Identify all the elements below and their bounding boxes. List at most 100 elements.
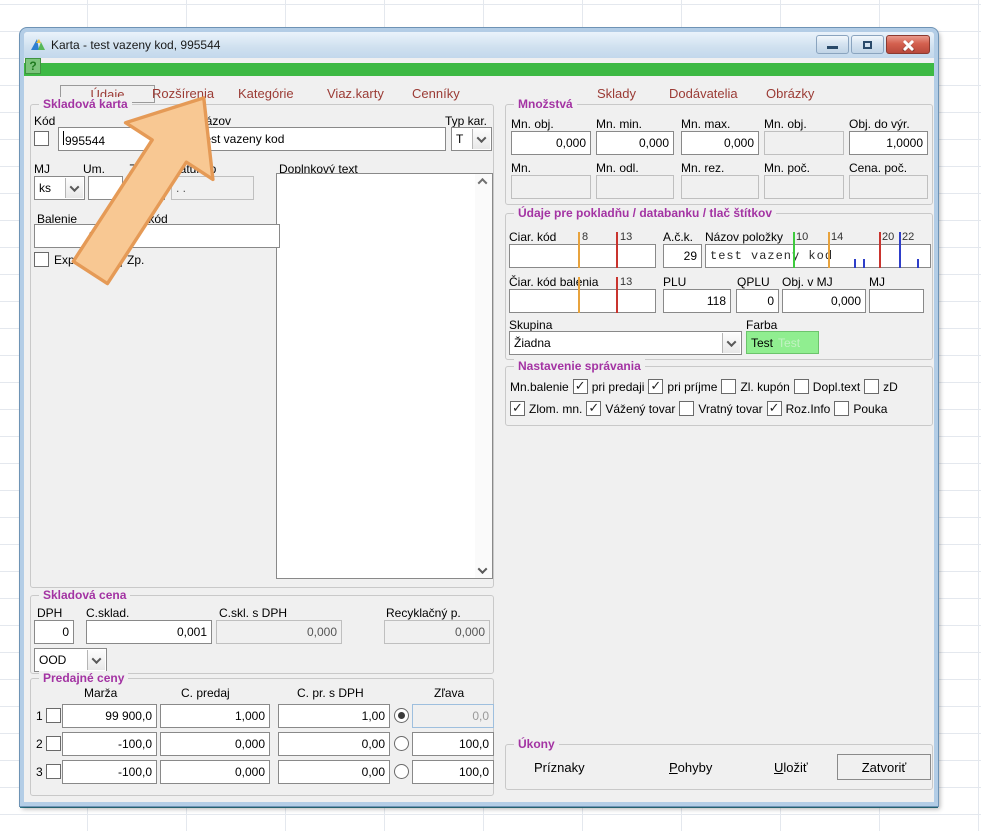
- predaj2-field[interactable]: 0,000: [160, 732, 270, 756]
- ack-field[interactable]: 29: [663, 244, 702, 268]
- predaj3-field[interactable]: 0,000: [160, 760, 270, 784]
- zlava2-field[interactable]: 100,0: [412, 732, 494, 756]
- price-row3-checkbox[interactable]: [46, 764, 61, 779]
- tab-viazkarty[interactable]: Viaz.karty: [327, 85, 384, 103]
- cskldph-label: C.skl. s DPH: [219, 606, 287, 620]
- mn-odl-label: Mn. odl.: [596, 161, 639, 175]
- zatvorit-button[interactable]: Zatvoriť: [837, 754, 931, 780]
- tab-rozsirenia[interactable]: Rozšírenia: [152, 85, 214, 103]
- csklad-field[interactable]: 0,001: [86, 620, 212, 644]
- tab-sklady[interactable]: Sklady: [597, 85, 636, 103]
- price-row-num: 1: [36, 709, 43, 723]
- zar-field[interactable]: [128, 176, 165, 200]
- balenie-field[interactable]: 0,00: [34, 224, 117, 248]
- chevron-down-icon[interactable]: [472, 129, 490, 149]
- vratny-tovar-label: Vratný tovar: [698, 402, 762, 416]
- chevron-down-icon[interactable]: [87, 650, 105, 670]
- scroll-down-icon[interactable]: [478, 564, 488, 574]
- predaj1-field[interactable]: 1,000: [160, 704, 270, 728]
- pri-predaji-checkbox[interactable]: [573, 379, 588, 394]
- price-row1-checkbox[interactable]: [46, 708, 61, 723]
- ruler-line-orange: [828, 232, 830, 268]
- obj-v-mj-field[interactable]: 0,000: [782, 289, 866, 313]
- sdph2-field[interactable]: 0,00: [278, 732, 390, 756]
- maximize-icon: [863, 41, 872, 49]
- price-row-num: 3: [36, 765, 43, 779]
- mn-label: Mn.: [511, 161, 531, 175]
- help-button[interactable]: ?: [25, 58, 41, 74]
- farba-chip[interactable]: Test Test: [746, 331, 819, 354]
- price-row-num: 2: [36, 737, 43, 751]
- tab-cenniky[interactable]: Cenníky: [412, 85, 460, 103]
- minimize-button[interactable]: [816, 35, 849, 54]
- mn-max-field[interactable]: 0,000: [681, 131, 759, 155]
- kod-checkbox[interactable]: [34, 131, 49, 146]
- recykl-label: Recyklačný p.: [386, 606, 461, 620]
- zlava3-field[interactable]: 100,0: [412, 760, 494, 784]
- qplu-field[interactable]: 0: [736, 289, 779, 313]
- price-row2-checkbox[interactable]: [46, 736, 61, 751]
- zd-checkbox[interactable]: [864, 379, 879, 394]
- farba-text-shadow: Test: [778, 336, 800, 350]
- vazeny-tovar-checkbox[interactable]: [586, 401, 601, 416]
- priznaky-button[interactable]: Príznaky: [534, 760, 585, 775]
- ruler-tick-20: 20: [882, 231, 894, 243]
- roz-info-checkbox[interactable]: [767, 401, 782, 416]
- sdph3-field[interactable]: 0,00: [278, 760, 390, 784]
- mj2-field[interactable]: [869, 289, 924, 313]
- ciar-kod-balenia-field[interactable]: [509, 289, 656, 313]
- zp-checkbox[interactable]: [107, 252, 122, 267]
- mn-obj-field[interactable]: 0,000: [511, 131, 591, 155]
- ciar-kod-field[interactable]: [509, 244, 656, 268]
- skupina-select[interactable]: Žiadna: [509, 331, 742, 355]
- app-logo-icon: [30, 37, 46, 53]
- zlom-mn-label: Zlom. mn.: [529, 402, 582, 416]
- obj-do-vyr-field[interactable]: 1,0000: [849, 131, 928, 155]
- kod-field[interactable]: 995544: [58, 127, 191, 151]
- ciar-kod-label: Ciar. kód: [509, 230, 556, 244]
- title-bar[interactable]: Karta - test vazeny kod, 995544: [24, 32, 934, 58]
- plu-field[interactable]: 118: [663, 289, 731, 313]
- sdph1-field[interactable]: 1,00: [278, 704, 390, 728]
- pohyby-button[interactable]: Pohyby: [669, 760, 712, 775]
- mn-min-field[interactable]: 0,000: [596, 131, 674, 155]
- dopl-text-checkbox[interactable]: [794, 379, 809, 394]
- csklad-label: C.sklad.: [86, 606, 129, 620]
- ruler-tick-14: 14: [831, 231, 843, 243]
- doplnkovy-text-area[interactable]: [276, 173, 493, 579]
- maximize-button[interactable]: [851, 35, 884, 54]
- marza3-field[interactable]: -100,0: [62, 760, 157, 784]
- marza2-field[interactable]: -100,0: [62, 732, 157, 756]
- mj-select[interactable]: ks: [34, 176, 85, 200]
- dph-field[interactable]: 0: [34, 620, 74, 644]
- price-row3-radio[interactable]: [394, 764, 409, 779]
- dodkod-field[interactable]: [123, 224, 280, 248]
- scrollbar[interactable]: [475, 174, 492, 578]
- close-button[interactable]: [886, 35, 930, 54]
- scroll-up-icon[interactable]: [478, 178, 488, 188]
- tab-dodavatelia[interactable]: Dodávatelia: [669, 85, 738, 103]
- um-field[interactable]: [88, 176, 123, 200]
- chevron-down-icon[interactable]: [65, 178, 83, 198]
- tab-obrazky[interactable]: Obrázky: [766, 85, 814, 103]
- ulozit-button[interactable]: Uložiť: [774, 760, 808, 775]
- zl-kupon-checkbox[interactable]: [721, 379, 736, 394]
- nazov-polozky-field[interactable]: test vazeny kod: [705, 244, 931, 268]
- marza1-field[interactable]: 99 900,0: [62, 704, 157, 728]
- pri-prijme-checkbox[interactable]: [648, 379, 663, 394]
- vratny-tovar-checkbox[interactable]: [679, 401, 694, 416]
- typ-kar-label: Typ kar.: [445, 114, 487, 128]
- zlom-mn-checkbox[interactable]: [510, 401, 525, 416]
- poukaz-checkbox[interactable]: [834, 401, 849, 416]
- chevron-down-icon[interactable]: [722, 333, 740, 353]
- recykl-field: 0,000: [384, 620, 490, 644]
- ood-select[interactable]: OOD: [34, 648, 107, 672]
- farba-text: Test: [751, 336, 773, 350]
- typ-kar-select[interactable]: T: [451, 127, 492, 151]
- price-row2-radio[interactable]: [394, 736, 409, 751]
- export-checkbox[interactable]: [34, 252, 49, 267]
- zp-label: Zp.: [127, 253, 144, 267]
- nazov-field[interactable]: test vazeny kod: [196, 127, 446, 151]
- price-row1-radio[interactable]: [394, 708, 409, 723]
- tab-kategorie[interactable]: Kategórie: [238, 85, 294, 103]
